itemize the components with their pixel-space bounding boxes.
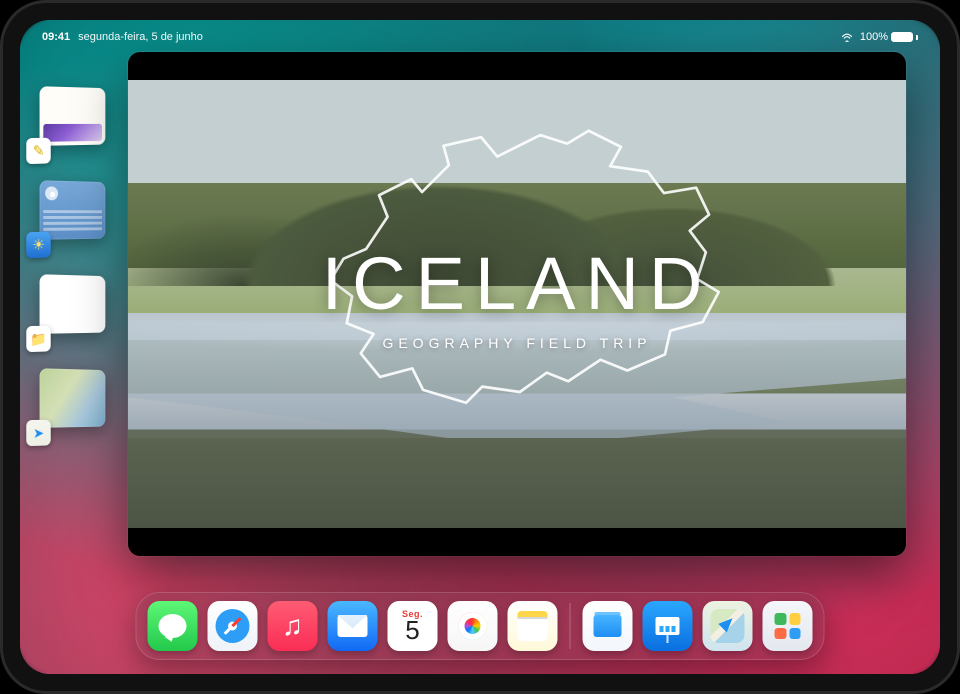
calendar-day: 5 (405, 617, 419, 643)
dock-app-safari[interactable] (208, 601, 258, 651)
presentation-slide: ICELAND GEOGRAPHY FIELD TRIP (128, 80, 906, 528)
calendar-icon: Seg.5 (388, 601, 438, 651)
status-left: 09:41 segunda-feira, 5 de junho (42, 31, 203, 43)
keynote-icon (656, 617, 680, 635)
battery-icon (891, 32, 913, 42)
dock-divider (570, 603, 571, 649)
stage-thumbnail (40, 180, 106, 240)
dock: ♫ Seg.5 (136, 592, 825, 660)
music-icon: ♫ (282, 610, 303, 642)
active-window-keynote[interactable]: ICELAND GEOGRAPHY FIELD TRIP (128, 52, 906, 556)
ipad-frame: 09:41 segunda-feira, 5 de junho 100% ✎ (0, 0, 960, 694)
app-library-icon (771, 609, 805, 643)
battery-indicator: 100% (860, 31, 918, 43)
status-date: segunda-feira, 5 de junho (78, 31, 203, 43)
stage-thumbnail (40, 86, 106, 146)
stage-item-files[interactable]: 📁 (32, 274, 105, 346)
status-bar: 09:41 segunda-feira, 5 de junho 100% (20, 26, 940, 48)
status-time: 09:41 (42, 31, 70, 43)
dock-app-keynote[interactable] (643, 601, 693, 651)
dock-app-mail[interactable] (328, 601, 378, 651)
dock-app-mapas[interactable] (703, 601, 753, 651)
notes-icon (518, 611, 548, 641)
dock-app-notas[interactable] (508, 601, 558, 651)
stage-thumbnail (40, 274, 106, 334)
weather-icon: ☀ (26, 232, 50, 258)
dock-app-calend-rio[interactable]: Seg.5 (388, 601, 438, 651)
photos-icon (459, 612, 487, 640)
files-icon: 📁 (26, 326, 50, 352)
notes-icon: ✎ (26, 138, 50, 164)
dock-pinned: ♫ Seg.5 (148, 601, 558, 651)
mail-icon (338, 615, 368, 637)
stage-manager-strip: ✎ ☀ 📁 ➤ (32, 86, 114, 440)
maps-icon: ➤ (26, 420, 50, 446)
stage-item-maps[interactable]: ➤ (32, 368, 105, 440)
dock-app-ficheiros[interactable] (583, 601, 633, 651)
battery-percent: 100% (860, 31, 888, 43)
landscape-foreground (128, 438, 906, 528)
safari-icon (216, 609, 250, 643)
dock-app-mensagens[interactable] (148, 601, 198, 651)
dock-recents (583, 601, 813, 651)
screen: 09:41 segunda-feira, 5 de junho 100% ✎ (20, 20, 940, 674)
stage-thumbnail (40, 368, 106, 428)
dock-app-atalhos-apps[interactable] (763, 601, 813, 651)
stage-item-weather[interactable]: ☀ (32, 180, 105, 252)
dock-app-m-sica[interactable]: ♫ (268, 601, 318, 651)
dock-app-fotografias[interactable] (448, 601, 498, 651)
status-right: 100% (840, 31, 918, 43)
files-icon (594, 615, 622, 637)
maps-icon (711, 609, 745, 643)
slide-title: ICELAND (128, 241, 906, 326)
messages-icon (159, 614, 187, 638)
stage-item-notes[interactable]: ✎ (32, 86, 105, 158)
wifi-icon (840, 32, 854, 42)
slide-subtitle: GEOGRAPHY FIELD TRIP (128, 335, 906, 351)
